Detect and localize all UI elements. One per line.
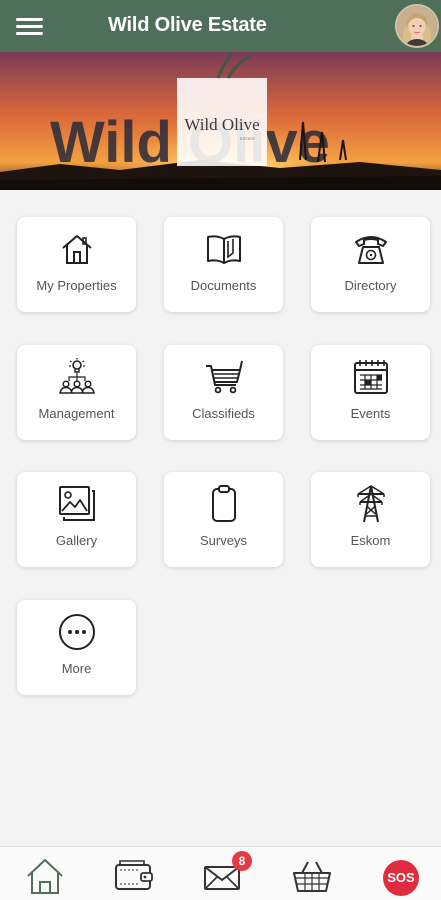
more-icon (59, 614, 95, 650)
sos-button[interactable]: SOS (383, 860, 419, 896)
tile-label: Management (38, 406, 115, 421)
app-bar: Wild Olive Estate (0, 0, 441, 52)
calendar-icon (354, 360, 388, 394)
tile-my-properties[interactable]: My Properties (17, 217, 136, 312)
bottom-navigation: 8 SOS (0, 846, 441, 900)
tile-management[interactable]: Management (17, 345, 136, 440)
tile-events[interactable]: Events (311, 345, 430, 440)
tile-classifieds[interactable]: Classifieds (164, 345, 283, 440)
banner-logo-text: Wild Olive (184, 115, 259, 134)
nav-shop-button[interactable] (290, 855, 334, 895)
tile-label: Surveys (200, 533, 247, 548)
banner-logo-subtext: ESTATE (240, 136, 255, 141)
app-title: Wild Olive Estate (108, 14, 267, 36)
tile-label: Events (350, 406, 391, 421)
tile-label: My Properties (36, 278, 117, 293)
messages-badge: 8 (232, 851, 252, 871)
tile-label: Documents (190, 278, 257, 293)
power-pylon-icon (357, 485, 385, 523)
wallet-icon (115, 860, 153, 890)
tile-surveys[interactable]: Surveys (164, 472, 283, 567)
tile-documents[interactable]: Documents (164, 217, 283, 312)
tile-directory[interactable]: Directory (311, 217, 430, 312)
clipboard-icon (212, 485, 236, 522)
hamburger-menu-button[interactable] (14, 14, 46, 38)
menu-line (16, 32, 43, 35)
tile-label: Gallery (55, 533, 98, 548)
nav-messages-button[interactable]: 8 (202, 851, 252, 895)
tile-label: Directory (344, 278, 397, 293)
home-icon (27, 859, 63, 894)
tile-label: Classifieds (192, 406, 255, 421)
tile-label: Eskom (350, 533, 391, 548)
gallery-icon (59, 486, 95, 521)
basket-icon (293, 861, 331, 892)
nav-wallet-button[interactable] (112, 855, 156, 895)
house-icon (62, 235, 92, 264)
book-icon (207, 235, 241, 264)
team-lightbulb-icon (59, 358, 95, 394)
avatar-photo (397, 6, 437, 46)
tile-gallery[interactable]: Gallery (17, 472, 136, 567)
telephone-icon (355, 236, 387, 264)
tile-eskom[interactable]: Eskom (311, 472, 430, 567)
menu-line (16, 25, 43, 28)
shopping-cart-icon (206, 360, 243, 394)
estate-banner: Wild Olive Wild Olive ESTATE (0, 52, 441, 190)
tile-more[interactable]: More (17, 600, 136, 695)
menu-line (16, 18, 43, 21)
tile-label: More (61, 661, 92, 676)
banner-image: Wild Olive Wild Olive ESTATE (0, 52, 441, 190)
user-avatar[interactable] (395, 4, 439, 48)
nav-home-button[interactable] (23, 855, 67, 895)
